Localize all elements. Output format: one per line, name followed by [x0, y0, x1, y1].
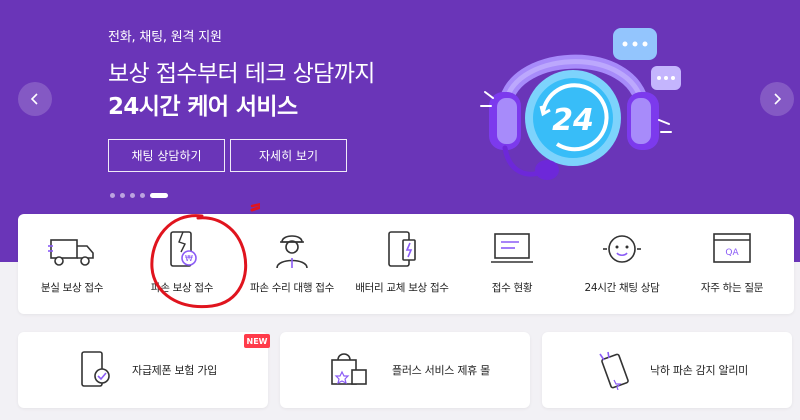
service-label: 파손 수리 대행 접수 — [250, 282, 334, 294]
monitor-icon — [491, 233, 533, 263]
illustration-24-text: 24 — [552, 103, 594, 138]
carousel-dot[interactable] — [140, 193, 145, 198]
service-label: 파손 보상 접수 — [150, 282, 214, 294]
chat-bot-icon — [603, 235, 641, 263]
promo-label: 플러스 서비스 제휴 몰 — [392, 364, 490, 377]
promo-card-drop-alert[interactable]: 낙하 파손 감지 알리미 — [542, 332, 792, 408]
qa-window-icon: QA — [713, 233, 751, 263]
service-label: 24시간 채팅 상담 — [584, 282, 660, 294]
hero-title-line2: 24시간 케어 서비스 — [108, 94, 298, 120]
new-badge: NEW — [244, 334, 270, 348]
svg-text:QA: QA — [725, 248, 739, 258]
service-item-damage-claim[interactable]: ₩ 파손 보상 접수 — [128, 214, 236, 314]
carousel-dot-active[interactable] — [150, 193, 168, 198]
svg-text:₩: ₩ — [185, 254, 193, 263]
promo-label: 자급제폰 보험 가입 — [132, 364, 217, 377]
service-menu-card: 분실 보상 접수 ₩ 파손 보상 접수 파손 수리 대행 접수 배터리 교체 보… — [18, 214, 794, 314]
battery-phone-icon — [388, 231, 416, 267]
chevron-left-icon — [30, 93, 38, 105]
headset-24h-illustration: 24 — [480, 28, 681, 180]
drop-alert-icon — [599, 351, 629, 390]
carousel-next-button[interactable] — [760, 82, 794, 116]
carousel-pagination — [110, 193, 168, 198]
carousel-dot[interactable] — [130, 193, 135, 198]
broken-phone-won-icon: ₩ — [170, 231, 197, 267]
service-item-24h-chat[interactable]: 24시간 채팅 상담 — [568, 214, 676, 314]
service-label: 분실 보상 접수 — [40, 282, 104, 294]
truck-icon — [48, 239, 94, 266]
service-label: 배터리 교체 보상 접수 — [355, 282, 449, 294]
carousel-dot[interactable] — [120, 193, 125, 198]
service-item-faq[interactable]: QA 자주 하는 질문 — [678, 214, 786, 314]
service-item-repair-proxy[interactable]: 파손 수리 대행 접수 — [238, 214, 346, 314]
technician-icon — [276, 235, 308, 269]
promo-card-partner-mall[interactable]: 플러스 서비스 제휴 몰 — [280, 332, 530, 408]
service-item-claim-status[interactable]: 접수 현황 — [458, 214, 566, 314]
phone-insurance-icon — [81, 351, 110, 387]
hero-title-line1: 보상 접수부터 테크 상담까지 — [108, 61, 375, 87]
chat-consult-button[interactable]: 채팅 상담하기 — [108, 139, 225, 172]
view-details-button[interactable]: 자세히 보기 — [230, 139, 347, 172]
service-label: 자주 하는 질문 — [700, 282, 764, 294]
service-item-loss-claim[interactable]: 분실 보상 접수 — [18, 214, 126, 314]
promo-label: 낙하 파손 감지 알리미 — [650, 364, 748, 377]
carousel-dot[interactable] — [110, 193, 115, 198]
chevron-right-icon — [774, 93, 782, 105]
hero-subtitle: 전화, 채팅, 원격 지원 — [108, 30, 222, 45]
promo-card-insurance[interactable]: 자급제폰 보험 가입 — [18, 332, 268, 408]
service-label: 접수 현황 — [491, 282, 533, 294]
service-item-battery-claim[interactable]: 배터리 교체 보상 접수 — [348, 214, 456, 314]
shopping-bag-icon — [331, 353, 367, 385]
carousel-prev-button[interactable] — [18, 82, 52, 116]
